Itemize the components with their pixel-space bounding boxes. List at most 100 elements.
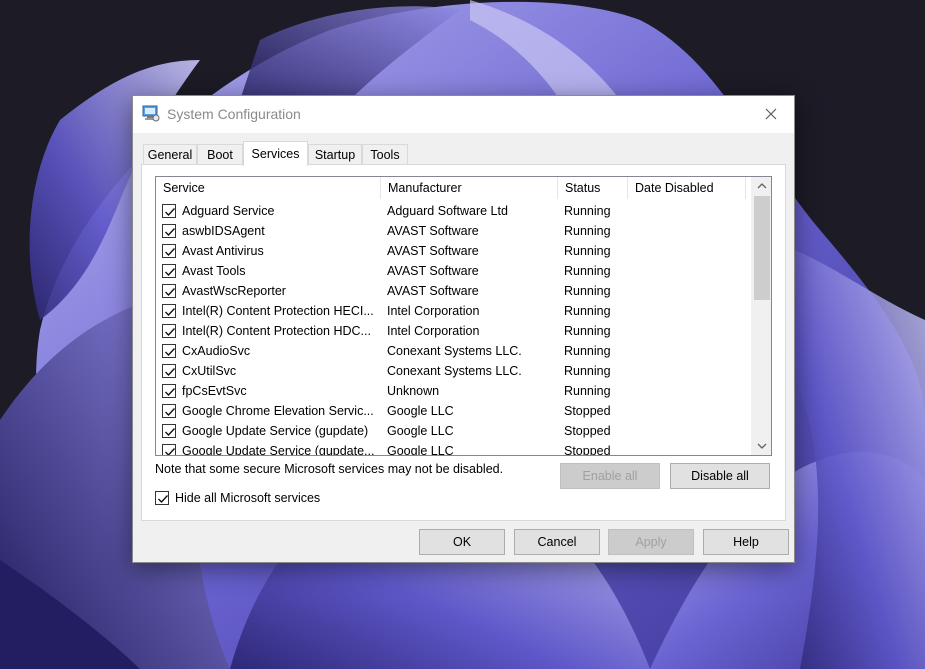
cell-date-disabled [634, 341, 744, 361]
scroll-up-button[interactable] [752, 177, 771, 195]
service-row[interactable]: Intel(R) Content Protection HECI... Intel… [156, 301, 752, 321]
scroll-down-button[interactable] [752, 437, 771, 455]
cell-date-disabled [634, 201, 744, 221]
cell-status: Running [564, 204, 611, 218]
close-button[interactable] [748, 96, 794, 132]
cell-manufacturer: AVAST Software [387, 224, 479, 238]
enable-all-button[interactable]: Enable all [560, 463, 660, 489]
tab-startup[interactable]: Startup [308, 144, 362, 165]
cell-manufacturer: Conexant Systems LLC. [387, 344, 522, 358]
cell-service: Adguard Service [182, 204, 275, 218]
cell-status: Stopped [564, 424, 611, 438]
service-row[interactable]: CxUtilSvc Conexant Systems LLC. Running [156, 361, 752, 381]
cell-manufacturer: Google LLC [387, 424, 454, 438]
services-list[interactable]: Service Manufacturer Status Date Disable… [155, 176, 772, 456]
cell-service: AvastWscReporter [182, 284, 286, 298]
chevron-up-icon [757, 183, 766, 189]
service-checkbox[interactable] [162, 444, 176, 455]
service-checkbox[interactable] [162, 384, 176, 398]
service-checkbox[interactable] [162, 244, 176, 258]
scrollbar-thumb[interactable] [754, 196, 770, 300]
column-header-date-disabled[interactable]: Date Disabled [628, 177, 746, 199]
service-checkbox[interactable] [162, 304, 176, 318]
cell-manufacturer: Intel Corporation [387, 304, 480, 318]
tab-tools[interactable]: Tools [362, 144, 408, 165]
cell-manufacturer: Google LLC [387, 404, 454, 418]
close-icon [765, 108, 777, 120]
help-button[interactable]: Help [703, 529, 789, 555]
title-bar[interactable]: System Configuration [133, 96, 794, 133]
cell-date-disabled [634, 361, 744, 381]
services-panel: Service Manufacturer Status Date Disable… [141, 164, 786, 521]
cell-service: fpCsEvtSvc [182, 384, 247, 398]
cell-status: Running [564, 224, 611, 238]
service-row[interactable]: CxAudioSvc Conexant Systems LLC. Running [156, 341, 752, 361]
cell-status: Running [564, 324, 611, 338]
column-header-service[interactable]: Service [156, 177, 381, 199]
hide-microsoft-services-label: Hide all Microsoft services [175, 491, 321, 505]
service-row[interactable]: Google Update Service (gupdate) Google LL… [156, 421, 752, 441]
service-row[interactable]: Intel(R) Content Protection HDC... Intel … [156, 321, 752, 341]
hide-microsoft-services-checkbox[interactable] [155, 491, 169, 505]
system-configuration-icon [142, 104, 160, 122]
service-row[interactable]: Google Update Service (gupdate... Google … [156, 441, 752, 456]
service-checkbox[interactable] [162, 404, 176, 418]
cell-manufacturer: Intel Corporation [387, 324, 480, 338]
cell-status: Running [564, 364, 611, 378]
system-configuration-dialog: System Configuration General Boot Servic… [132, 95, 795, 563]
vertical-scrollbar[interactable] [751, 177, 771, 455]
cell-date-disabled [634, 401, 744, 421]
disable-all-button[interactable]: Disable all [670, 463, 770, 489]
service-row[interactable]: fpCsEvtSvc Unknown Running [156, 381, 752, 401]
cell-status: Running [564, 284, 611, 298]
service-checkbox[interactable] [162, 264, 176, 278]
service-checkbox[interactable] [162, 364, 176, 378]
cell-status: Running [564, 244, 611, 258]
cell-service: Google Update Service (gupdate... [182, 444, 375, 456]
cell-status: Stopped [564, 404, 611, 418]
cell-status: Stopped [564, 444, 611, 456]
cell-service: CxUtilSvc [182, 364, 237, 378]
cell-manufacturer: AVAST Software [387, 244, 479, 258]
cell-date-disabled [634, 441, 744, 455]
cell-manufacturer: Conexant Systems LLC. [387, 364, 522, 378]
column-header-manufacturer[interactable]: Manufacturer [381, 177, 558, 199]
service-checkbox[interactable] [162, 324, 176, 338]
cell-service: Avast Tools [182, 264, 246, 278]
cell-service: Avast Antivirus [182, 244, 264, 258]
cell-date-disabled [634, 301, 744, 321]
service-checkbox[interactable] [162, 224, 176, 238]
cell-manufacturer: Google LLC [387, 444, 454, 456]
cell-status: Running [564, 264, 611, 278]
cell-manufacturer: Unknown [387, 384, 440, 398]
cell-service: Intel(R) Content Protection HECI... [182, 304, 374, 318]
service-checkbox[interactable] [162, 284, 176, 298]
cell-status: Running [564, 304, 611, 318]
column-header-status[interactable]: Status [558, 177, 628, 199]
service-row[interactable]: AvastWscReporter AVAST Software Running [156, 281, 752, 301]
service-row[interactable]: Adguard Service Adguard Software Ltd Runni… [156, 201, 752, 221]
apply-button[interactable]: Apply [608, 529, 694, 555]
service-row[interactable]: Google Chrome Elevation Servic... Google … [156, 401, 752, 421]
service-row[interactable]: Avast Tools AVAST Software Running [156, 261, 752, 281]
cell-service: Intel(R) Content Protection HDC... [182, 324, 371, 338]
tab-general[interactable]: General [143, 144, 197, 165]
service-checkbox[interactable] [162, 344, 176, 358]
ok-button[interactable]: OK [419, 529, 505, 555]
cancel-button[interactable]: Cancel [514, 529, 600, 555]
cell-service: aswbIDSAgent [182, 224, 265, 238]
list-header: Service Manufacturer Status Date Disable… [156, 177, 752, 199]
cell-service: Google Update Service (gupdate) [182, 424, 369, 438]
tab-boot[interactable]: Boot [197, 144, 243, 165]
service-checkbox[interactable] [162, 204, 176, 218]
service-row[interactable]: Avast Antivirus AVAST Software Running [156, 241, 752, 261]
service-row[interactable]: aswbIDSAgent AVAST Software Running [156, 221, 752, 241]
cell-date-disabled [634, 381, 744, 401]
cell-date-disabled [634, 221, 744, 241]
cell-date-disabled [634, 261, 744, 281]
cell-date-disabled [634, 321, 744, 341]
cell-status: Running [564, 344, 611, 358]
tab-services[interactable]: Services [243, 141, 308, 166]
services-rows: Adguard Service Adguard Software Ltd Runni… [156, 201, 752, 456]
service-checkbox[interactable] [162, 424, 176, 438]
